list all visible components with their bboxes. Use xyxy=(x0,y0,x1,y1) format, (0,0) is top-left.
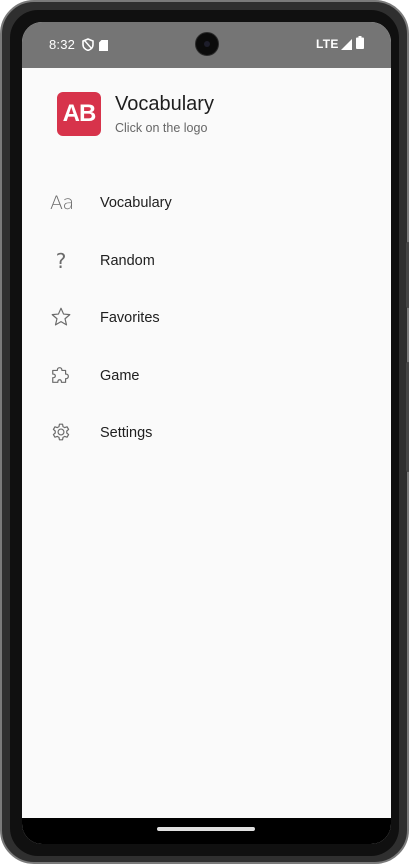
puzzle-icon xyxy=(50,364,74,388)
signal-icon xyxy=(341,38,352,53)
shield-icon xyxy=(82,38,94,54)
screen: 8:32 LTE AB Vocabulary Click on the logo… xyxy=(22,22,391,844)
app-subtitle: Click on the logo xyxy=(115,121,208,135)
network-type: LTE xyxy=(316,37,339,51)
gear-icon xyxy=(50,421,74,445)
menu-item-game[interactable]: Game xyxy=(22,347,391,405)
system-navigation-bar xyxy=(22,818,391,844)
menu-item-random[interactable]: ? Random xyxy=(22,232,391,290)
menu-item-favorites[interactable]: Favorites xyxy=(22,289,391,347)
menu-item-label: Vocabulary xyxy=(100,195,172,211)
drawer-header: AB Vocabulary Click on the logo xyxy=(22,68,391,168)
menu-item-settings[interactable]: Settings xyxy=(22,404,391,462)
app-logo-button[interactable]: AB xyxy=(57,92,101,136)
menu-item-vocabulary[interactable]: Aa Vocabulary xyxy=(22,174,391,232)
menu-item-label: Random xyxy=(100,252,155,269)
drawer-menu: Aa Vocabulary ? Random Favorites Game Se… xyxy=(22,174,391,462)
battery-icon xyxy=(356,36,364,52)
menu-item-label: Settings xyxy=(100,425,153,441)
status-time: 8:32 xyxy=(49,37,76,52)
front-camera xyxy=(195,32,219,56)
home-gesture-handle[interactable] xyxy=(157,827,255,831)
phone-frame: 8:32 LTE AB Vocabulary Click on the logo… xyxy=(0,0,409,864)
text-aa-icon: Aa xyxy=(50,192,74,214)
sd-card-icon xyxy=(99,39,108,54)
menu-item-label: Game xyxy=(100,367,140,384)
star-icon xyxy=(50,306,74,330)
menu-item-label: Favorites xyxy=(100,310,160,326)
app-title: Vocabulary xyxy=(115,93,214,115)
status-bar: 8:32 LTE xyxy=(22,22,391,68)
question-mark-icon: ? xyxy=(55,248,67,273)
